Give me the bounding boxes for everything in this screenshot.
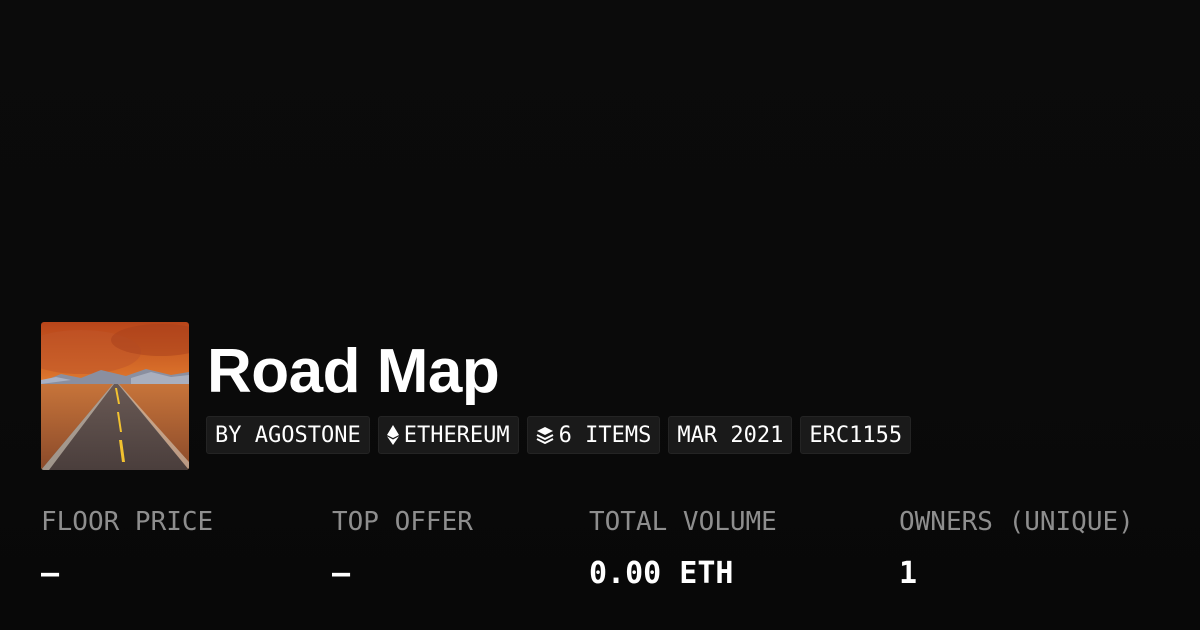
stat-owners: OWNERS (UNIQUE) 1 — [899, 506, 1134, 592]
ethereum-icon — [386, 425, 399, 445]
owners-label: OWNERS (UNIQUE) — [899, 507, 1134, 537]
items-tag[interactable]: 6 ITEMS — [526, 416, 661, 454]
road-image — [41, 322, 189, 470]
items-count-label: 6 ITEMS — [558, 422, 652, 448]
standard-label: ERC1155 — [809, 422, 903, 448]
chain-tag[interactable]: ETHEREUM — [377, 416, 519, 454]
date-tag: MAR 2021 — [668, 416, 793, 454]
layers-icon — [536, 426, 554, 444]
stat-top-offer: TOP OFFER — — [332, 506, 473, 592]
collection-title: Road Map — [207, 337, 500, 406]
total-volume-value: 0.00 ETH — [589, 556, 734, 591]
collection-tags: BY AGOSTONE ETHEREUM 6 ITEMS MAR 2021 ER… — [206, 416, 912, 454]
standard-tag: ERC1155 — [800, 416, 912, 454]
total-volume-label: TOTAL VOLUME — [589, 507, 777, 537]
owners-value: 1 — [899, 556, 918, 591]
top-offer-value: — — [332, 556, 351, 591]
date-label: MAR 2021 — [677, 422, 784, 448]
chain-label: ETHEREUM — [403, 422, 510, 448]
creator-tag[interactable]: BY AGOSTONE — [206, 416, 370, 454]
creator-label: BY AGOSTONE — [215, 422, 361, 448]
floor-price-label: FLOOR PRICE — [41, 507, 214, 537]
stat-total-volume: TOTAL VOLUME 0.00 ETH — [589, 506, 777, 592]
top-offer-label: TOP OFFER — [332, 507, 473, 537]
stat-floor-price: FLOOR PRICE — — [41, 506, 213, 592]
collection-thumbnail[interactable] — [41, 322, 189, 470]
floor-price-value: — — [41, 556, 60, 591]
